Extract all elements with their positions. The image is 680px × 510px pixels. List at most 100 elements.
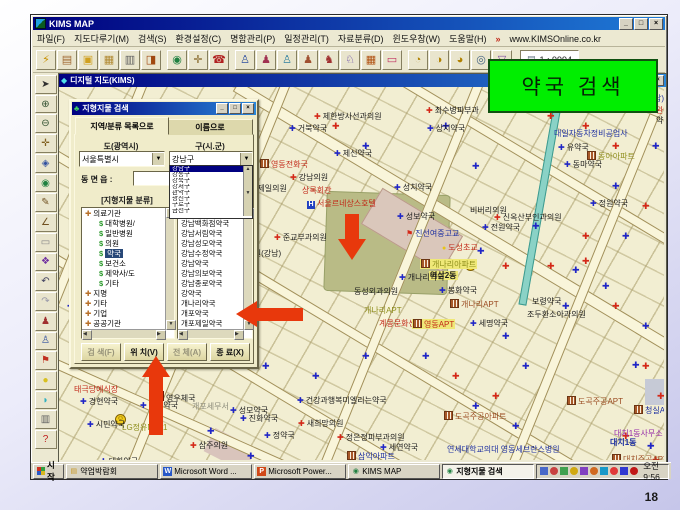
tree-item-5[interactable]: $ 보건소 xyxy=(83,259,165,269)
menu-item-0[interactable]: 파일(F) xyxy=(37,32,65,45)
dropdown-scrollbar[interactable]: ▲ ▼ xyxy=(243,166,252,216)
select-tool-icon[interactable]: ➤ xyxy=(34,75,57,94)
tray-update-icon[interactable] xyxy=(590,467,599,475)
phone-icon[interactable]: ☎ xyxy=(209,49,229,70)
flag-tool-icon[interactable]: ⚑ xyxy=(34,351,57,371)
menu-item-5[interactable]: 일정관리(T) xyxy=(284,32,329,45)
measure-tool-icon[interactable]: ∠ xyxy=(34,213,57,232)
tree-item-3[interactable]: $ 의원 xyxy=(83,239,165,249)
globe-tool-icon[interactable]: ◉ xyxy=(34,173,57,193)
result-item-8[interactable]: 강약국 xyxy=(179,289,243,299)
globe-icon[interactable]: ◉ xyxy=(167,49,187,70)
dialog-button-3[interactable]: 종 료(X) xyxy=(210,343,250,361)
task-button-0[interactable]: ▤ 약업박람회 xyxy=(66,463,159,479)
result-item-4[interactable]: 강남수정약국 xyxy=(179,249,243,259)
person-run-icon[interactable]: ♞ xyxy=(319,49,339,70)
pan-icon[interactable]: ✛ xyxy=(188,49,208,70)
tray-msg-icon[interactable] xyxy=(570,467,579,475)
menu-item-8[interactable]: 도움말(H) xyxy=(449,32,486,45)
tree-item-0[interactable]: ✚ 의료기관 xyxy=(83,209,165,219)
menu-item-6[interactable]: 자료분류(D) xyxy=(338,32,384,45)
chevron-down-icon[interactable]: ▼ xyxy=(240,153,252,165)
people-search-icon[interactable]: ♟ xyxy=(256,49,276,70)
dialog-restore-button[interactable]: □ xyxy=(229,103,241,114)
task-button-2[interactable]: P Microsoft Power... xyxy=(254,463,347,479)
dialog-button-1[interactable]: 위 치(V) xyxy=(124,343,164,361)
calendar-icon[interactable]: ▦ xyxy=(361,49,381,70)
print-tool-icon[interactable]: ▥ xyxy=(34,410,57,430)
folder-open-icon[interactable]: ▣ xyxy=(78,49,98,70)
dialog-titlebar[interactable]: ♣ 지형지물 검색 _ □ × xyxy=(72,102,256,115)
tab-by-name[interactable]: 이름으로 xyxy=(167,119,253,135)
result-item-3[interactable]: 강남성모약국 xyxy=(179,239,243,249)
dialog-minimize-button[interactable]: _ xyxy=(216,103,228,114)
results-hscrollbar[interactable]: ◀ ▶ xyxy=(178,329,244,340)
tray-net-icon[interactable] xyxy=(560,467,569,475)
folder-save-icon[interactable]: ▦ xyxy=(99,49,119,70)
card-icon[interactable]: ▭ xyxy=(382,49,402,70)
results-vscrollbar[interactable]: ▲▼ xyxy=(243,208,254,330)
tray-display-icon[interactable] xyxy=(600,467,609,475)
tray-vaccine-icon[interactable] xyxy=(580,467,589,475)
taskbar-clock[interactable]: 오전 9:56 xyxy=(640,460,665,482)
result-item-11[interactable]: 개포제일약국 xyxy=(179,319,243,329)
results-list[interactable]: 강남그랜드약국강남백화점약국강남서림약국강남성모약국강남수정약국강남약국강남의보… xyxy=(177,207,254,340)
redo-tool-icon[interactable]: ↷ xyxy=(34,292,57,311)
pan-tool-icon[interactable]: ✛ xyxy=(34,134,57,153)
tray-volume-icon[interactable] xyxy=(550,467,559,475)
menu-item-3[interactable]: 환경설정(C) xyxy=(176,32,222,45)
close-button[interactable]: × xyxy=(649,17,663,30)
print-icon[interactable]: ▥ xyxy=(120,49,140,70)
exit-icon[interactable]: ◨ xyxy=(141,49,161,70)
person-tool-icon[interactable]: ♟ xyxy=(34,311,57,331)
people-group-icon[interactable]: ♟ xyxy=(298,49,318,70)
flash-icon[interactable]: ⚡ xyxy=(36,49,56,70)
undo-tool-icon[interactable]: ↶ xyxy=(34,272,57,292)
category-tree[interactable]: ✚ 의료기관 $ 대학병원/$ 일반병원 $ 의원 $ 약국 $ 보건소 $ 제약사/도 $ 기타 ✚ 지명 ✚ 기… xyxy=(81,207,176,340)
menu-item-1[interactable]: 지도다루기(M) xyxy=(74,32,129,45)
tree-item-6[interactable]: $ 제약사/도 xyxy=(83,269,165,279)
address-book-icon[interactable]: ▤ xyxy=(57,49,77,70)
clock-1-icon[interactable]: ◔ xyxy=(408,49,428,70)
district-option-7[interactable]: 금천구 xyxy=(170,208,244,214)
person-find-icon[interactable]: ♘ xyxy=(340,49,360,70)
tree-item-10[interactable]: ✚ 기업 xyxy=(83,309,165,319)
tray-shield-icon[interactable] xyxy=(540,467,549,475)
erase-tool-icon[interactable]: ▭ xyxy=(34,232,57,252)
result-item-2[interactable]: 강남서림약국 xyxy=(179,229,243,239)
chevron-down-icon[interactable]: ▼ xyxy=(152,153,164,165)
layers-tool-icon[interactable]: ◈ xyxy=(34,153,57,173)
tree-hscrollbar[interactable]: ◀ ▶ xyxy=(82,329,166,340)
tree-item-8[interactable]: ✚ 지명 xyxy=(83,289,165,299)
result-item-9[interactable]: 개나리약국 xyxy=(179,299,243,309)
result-item-6[interactable]: 강남의보약국 xyxy=(179,269,243,279)
minimize-button[interactable]: _ xyxy=(619,17,633,30)
kims-online-link[interactable]: www.KIMSOnline.co.kr xyxy=(510,34,602,44)
bubble-tool-icon[interactable]: ◗ xyxy=(34,390,57,410)
tree-item-7[interactable]: $ 기타 xyxy=(83,279,165,289)
balloon-tool-icon[interactable]: ● xyxy=(34,371,57,390)
province-select[interactable]: 서울특별시 ▼ xyxy=(79,151,165,167)
clock-3-icon[interactable]: ◕ xyxy=(450,49,470,70)
result-item-7[interactable]: 강남종로약국 xyxy=(179,279,243,289)
tree-item-11[interactable]: ✚ 공공기관 xyxy=(83,319,165,329)
dialog-close-button[interactable]: × xyxy=(242,103,254,114)
task-button-1[interactable]: W Microsoft Word ... xyxy=(160,463,253,479)
start-button[interactable]: 시작 xyxy=(33,460,65,482)
tree-item-9[interactable]: ✚ 기타 xyxy=(83,299,165,309)
dong-input[interactable] xyxy=(133,171,173,186)
menu-item-2[interactable]: 검색(S) xyxy=(138,32,167,45)
district-dropdown-list[interactable]: 강남구 강동구 강북구 강서구 관악구 광진구 구로구 금천구 ▲ ▼ xyxy=(169,165,253,219)
tree-item-2[interactable]: $ 일반병원 xyxy=(83,229,165,239)
result-item-1[interactable]: 강남백화점약국 xyxy=(179,219,243,229)
shapes-tool-icon[interactable]: ❖ xyxy=(34,252,57,272)
info-tool-icon[interactable]: ? xyxy=(34,430,57,449)
tray-alert-icon[interactable] xyxy=(610,467,619,475)
person2-tool-icon[interactable]: ♙ xyxy=(34,331,57,351)
zoom-out-tool-icon[interactable]: ⊖ xyxy=(34,114,57,134)
result-item-10[interactable]: 개포약국 xyxy=(179,309,243,319)
clock-2-icon[interactable]: ◑ xyxy=(429,49,449,70)
tray-ime-icon[interactable] xyxy=(620,467,629,475)
menu-item-7[interactable]: 윈도우창(W) xyxy=(393,32,441,45)
draw-tool-icon[interactable]: ✎ xyxy=(34,193,57,213)
